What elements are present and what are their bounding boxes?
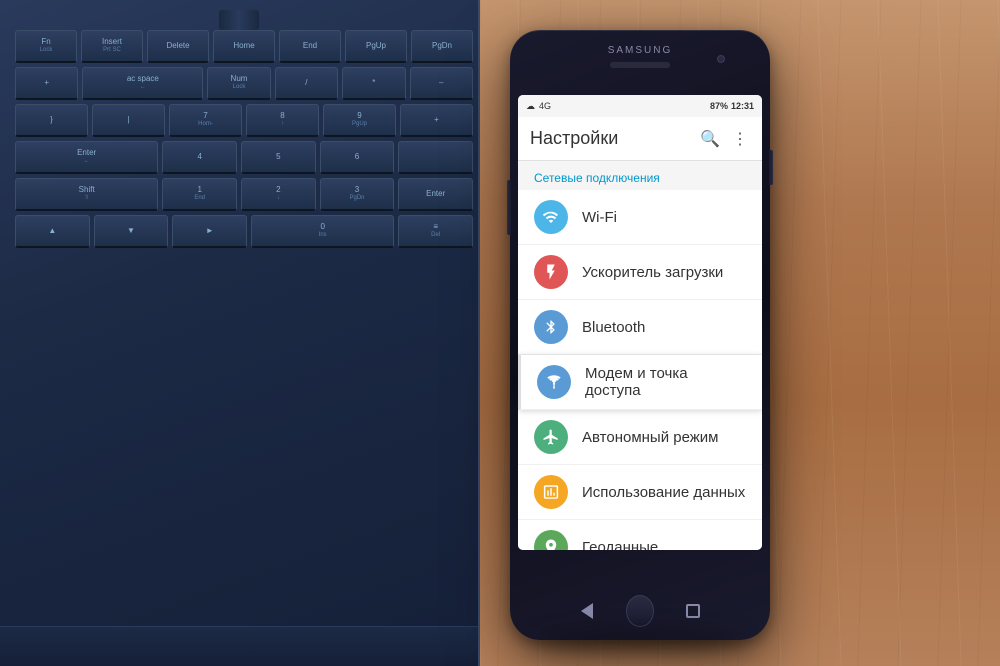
key-9[interactable]: 9PgUp <box>323 104 396 137</box>
app-bar-title: Настройки <box>530 128 618 149</box>
wifi-icon <box>534 200 568 234</box>
status-battery: 87% <box>710 101 728 111</box>
key-6[interactable]: 6 <box>320 141 395 174</box>
airplane-label: Автономный режим <box>582 429 718 446</box>
wifi-label: Wi-Fi <box>582 209 617 226</box>
key-0[interactable]: 0Ins <box>251 215 394 248</box>
key-pgdn[interactable]: PgDn <box>411 30 473 63</box>
data-icon <box>534 475 568 509</box>
key-asterisk[interactable]: * <box>342 67 405 100</box>
key-arrow-right[interactable]: ► <box>172 215 247 248</box>
key-enter-main[interactable]: Enter← <box>15 141 158 174</box>
key-plus-num[interactable]: + <box>400 104 473 137</box>
status-bar: ☁ 4G 87% 12:31 <box>518 95 762 117</box>
nav-back-button[interactable] <box>573 597 601 625</box>
back-icon <box>581 603 593 619</box>
home-icon <box>626 595 654 627</box>
laptop-hinge <box>219 10 259 30</box>
location-icon <box>534 530 568 550</box>
key-3[interactable]: 3PgDn <box>320 178 395 211</box>
menu-item-wifi[interactable]: Wi-Fi <box>518 190 762 245</box>
phone-shadow <box>536 630 744 650</box>
key-7[interactable]: 7Hom- <box>169 104 242 137</box>
laptop: FnLock InsertPrt SC Delete Home End PgUp… <box>0 0 480 666</box>
menu-item-bluetooth[interactable]: Bluetooth <box>518 300 762 355</box>
menu-item-boost[interactable]: Ускоритель загрузки <box>518 245 762 300</box>
key-plus1[interactable]: + <box>15 67 78 100</box>
app-bar-actions: 🔍 ⋮ <box>700 129 750 149</box>
keyboard-row-6: ▲ ▼ ► 0Ins ≡Del <box>15 215 473 248</box>
menu-item-data[interactable]: Использование данных <box>518 465 762 520</box>
phone-screen: ☁ 4G 87% 12:31 Настройки 🔍 ⋮ Сетевые под… <box>518 95 762 550</box>
airplane-icon <box>534 420 568 454</box>
key-arrow-up[interactable]: ▲ <box>15 215 90 248</box>
keyboard: FnLock InsertPrt SC Delete Home End PgUp… <box>15 30 473 252</box>
key-slash[interactable]: / <box>275 67 338 100</box>
keyboard-row-4: Enter← 4 5 6 <box>15 141 473 174</box>
key-ac-space[interactable]: ac space← <box>82 67 203 100</box>
status-left: ☁ 4G <box>526 101 551 112</box>
key-2[interactable]: 2↓ <box>241 178 316 211</box>
key-delete[interactable]: Delete <box>147 30 209 63</box>
phone-nav <box>573 597 707 625</box>
key-blank <box>398 141 473 174</box>
phone: SAMSUNG ☁ 4G 87% 12:31 Настрой <box>510 30 770 640</box>
recent-icon <box>686 604 700 618</box>
bluetooth-label: Bluetooth <box>582 319 645 336</box>
key-numlock[interactable]: NumLock <box>207 67 270 100</box>
search-icon[interactable]: 🔍 <box>700 129 720 149</box>
key-home[interactable]: Home <box>213 30 275 63</box>
key-fn-lock[interactable]: FnLock <box>15 30 77 63</box>
key-pipe[interactable]: | <box>92 104 165 137</box>
key-insert[interactable]: InsertPrt SC <box>81 30 143 63</box>
menu-item-location[interactable]: Геоданные <box>518 520 762 550</box>
app-bar: Настройки 🔍 ⋮ <box>518 117 762 161</box>
section-header-network: Сетевые подключения <box>518 161 762 190</box>
menu-item-hotspot[interactable]: Модем и точка доступа <box>518 355 762 410</box>
keyboard-row-2: + ac space← NumLock / * – <box>15 67 473 100</box>
key-dot-del[interactable]: ≡Del <box>398 215 473 248</box>
keyboard-row-3: } | 7Hom- 8↑ 9PgUp + <box>15 104 473 137</box>
key-1[interactable]: 1End <box>162 178 237 211</box>
key-5[interactable]: 5 <box>241 141 316 174</box>
more-options-icon[interactable]: ⋮ <box>730 129 750 149</box>
nav-home-button[interactable] <box>626 597 654 625</box>
menu-item-airplane[interactable]: Автономный режим <box>518 410 762 465</box>
power-button[interactable] <box>769 150 773 185</box>
volume-button[interactable] <box>507 180 511 235</box>
location-label: Геоданные <box>582 539 658 551</box>
status-wifi-icon: ☁ <box>526 101 535 112</box>
boost-label: Ускоритель загрузки <box>582 264 723 281</box>
key-4[interactable]: 4 <box>162 141 237 174</box>
key-enter-num[interactable]: Enter <box>398 178 473 211</box>
laptop-bottom <box>0 626 478 666</box>
key-end[interactable]: End <box>279 30 341 63</box>
key-shift[interactable]: Shift⇧ <box>15 178 158 211</box>
phone-speaker <box>610 62 670 68</box>
key-minus-num[interactable]: – <box>410 67 473 100</box>
phone-brand: SAMSUNG <box>608 45 673 56</box>
hotspot-icon <box>537 365 571 399</box>
boost-icon <box>534 255 568 289</box>
keyboard-row-1: FnLock InsertPrt SC Delete Home End PgUp… <box>15 30 473 63</box>
data-label: Использование данных <box>582 484 745 501</box>
key-pgup[interactable]: PgUp <box>345 30 407 63</box>
menu-list: Wi-Fi Ускоритель загрузки <box>518 190 762 550</box>
bluetooth-icon <box>534 310 568 344</box>
status-right: 87% 12:31 <box>710 101 754 111</box>
laptop-body: FnLock InsertPrt SC Delete Home End PgUp… <box>0 0 480 666</box>
phone-camera <box>717 55 725 63</box>
key-brace[interactable]: } <box>15 104 88 137</box>
phone-outer: SAMSUNG ☁ 4G 87% 12:31 Настрой <box>510 30 770 640</box>
status-time: 12:31 <box>731 101 754 111</box>
nav-recent-button[interactable] <box>679 597 707 625</box>
hotspot-label: Модем и точка доступа <box>585 365 746 399</box>
key-8[interactable]: 8↑ <box>246 104 319 137</box>
keyboard-row-5: Shift⇧ 1End 2↓ 3PgDn Enter <box>15 178 473 211</box>
key-arrow-down[interactable]: ▼ <box>94 215 169 248</box>
status-network: 4G <box>539 101 551 111</box>
